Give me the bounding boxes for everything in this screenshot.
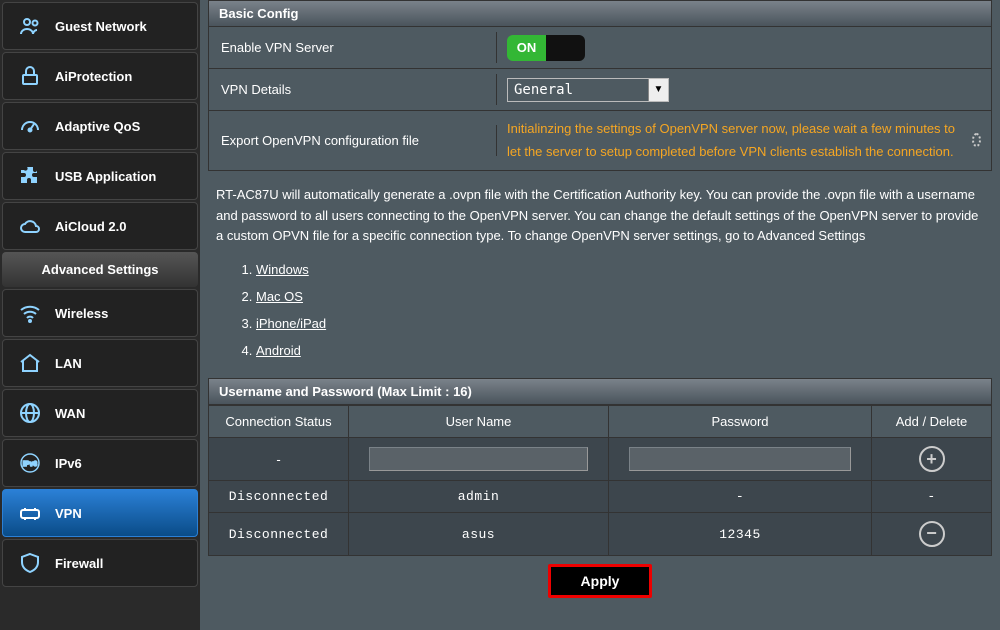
platform-link-macos[interactable]: Mac OS xyxy=(256,289,303,304)
description-block: RT-AC87U will automatically generate a .… xyxy=(208,171,992,379)
apply-button[interactable]: Apply xyxy=(548,564,653,598)
init-message: Initialinzing the settings of OpenVPN se… xyxy=(507,117,968,164)
sidebar-item-label: VPN xyxy=(55,506,82,521)
sidebar-item-vpn[interactable]: VPN xyxy=(2,489,198,537)
sidebar-item-firewall[interactable]: Firewall xyxy=(2,539,198,587)
row-user: admin xyxy=(349,481,609,513)
description-text: RT-AC87U will automatically generate a .… xyxy=(216,187,978,244)
sidebar: Guest Network AiProtection Adaptive QoS … xyxy=(0,0,200,630)
apply-wrap: Apply xyxy=(208,556,992,606)
table-row: Disconnected asus 12345 − xyxy=(209,513,992,556)
vpn-details-value[interactable] xyxy=(508,79,648,101)
export-config-label: Export OpenVPN configuration file xyxy=(209,125,497,156)
chevron-down-icon: ▼ xyxy=(648,79,668,101)
enable-vpn-toggle[interactable]: ON xyxy=(507,35,585,61)
globe-icon xyxy=(17,400,43,426)
gauge-icon xyxy=(17,113,43,139)
row-action: - xyxy=(872,481,992,513)
puzzle-icon xyxy=(17,163,43,189)
minus-icon: − xyxy=(926,524,937,542)
row-pass: - xyxy=(609,481,872,513)
sidebar-item-wan[interactable]: WAN xyxy=(2,389,198,437)
plus-icon: + xyxy=(926,450,937,468)
col-action: Add / Delete xyxy=(872,406,992,438)
sidebar-item-label: USB Application xyxy=(55,169,156,184)
table-input-row: - + xyxy=(209,438,992,481)
toggle-on-label: ON xyxy=(507,35,546,61)
cloud-icon xyxy=(17,213,43,239)
table-header-row: Connection Status User Name Password Add… xyxy=(209,406,992,438)
sidebar-item-lan[interactable]: LAN xyxy=(2,339,198,387)
vpn-details-row: VPN Details ▼ xyxy=(208,69,992,111)
svg-text:IPv6: IPv6 xyxy=(23,461,38,468)
credentials-header: Username and Password (Max Limit : 16) xyxy=(208,378,992,405)
password-input[interactable] xyxy=(629,447,850,471)
home-icon xyxy=(17,350,43,376)
enable-vpn-row: Enable VPN Server ON xyxy=(208,27,992,69)
sidebar-item-ipv6[interactable]: IPv6 IPv6 xyxy=(2,439,198,487)
col-pass: Password xyxy=(609,406,872,438)
sidebar-item-aiprotection[interactable]: AiProtection xyxy=(2,52,198,100)
enable-vpn-label: Enable VPN Server xyxy=(209,32,497,63)
loading-spinner-icon xyxy=(972,133,981,147)
col-status: Connection Status xyxy=(209,406,349,438)
sidebar-item-label: AiProtection xyxy=(55,69,132,84)
platform-link-windows[interactable]: Windows xyxy=(256,262,309,277)
platform-link-iphone[interactable]: iPhone/iPad xyxy=(256,316,326,331)
wifi-icon xyxy=(17,300,43,326)
platform-list: Windows Mac OS iPhone/iPad Android xyxy=(256,257,984,364)
username-input[interactable] xyxy=(369,447,588,471)
users-icon xyxy=(17,13,43,39)
ipv6-icon: IPv6 xyxy=(17,450,43,476)
vpn-details-label: VPN Details xyxy=(209,74,497,105)
sidebar-item-label: LAN xyxy=(55,356,82,371)
vpn-details-select[interactable]: ▼ xyxy=(507,78,669,102)
basic-config-header: Basic Config xyxy=(208,0,992,27)
toggle-off-side xyxy=(546,35,585,61)
lock-icon xyxy=(17,63,43,89)
row-pass: 12345 xyxy=(609,513,872,556)
sidebar-item-guest-network[interactable]: Guest Network xyxy=(2,2,198,50)
vpn-icon xyxy=(17,500,43,526)
input-row-status: - xyxy=(209,438,349,481)
col-user: User Name xyxy=(349,406,609,438)
platform-link-android[interactable]: Android xyxy=(256,343,301,358)
credentials-table: Connection Status User Name Password Add… xyxy=(208,405,992,556)
add-button[interactable]: + xyxy=(919,446,945,472)
row-status: Disconnected xyxy=(209,481,349,513)
sidebar-item-label: Guest Network xyxy=(55,19,147,34)
delete-button[interactable]: − xyxy=(919,521,945,547)
export-config-row: Export OpenVPN configuration file Initia… xyxy=(208,111,992,171)
table-row: Disconnected admin - - xyxy=(209,481,992,513)
sidebar-item-label: Wireless xyxy=(55,306,108,321)
row-user: asus xyxy=(349,513,609,556)
shield-icon xyxy=(17,550,43,576)
row-status: Disconnected xyxy=(209,513,349,556)
sidebar-item-adaptive-qos[interactable]: Adaptive QoS xyxy=(2,102,198,150)
sidebar-item-label: Adaptive QoS xyxy=(55,119,140,134)
sidebar-item-usb-application[interactable]: USB Application xyxy=(2,152,198,200)
sidebar-item-label: WAN xyxy=(55,406,85,421)
sidebar-item-aicloud[interactable]: AiCloud 2.0 xyxy=(2,202,198,250)
sidebar-item-label: IPv6 xyxy=(55,456,82,471)
content-area: Basic Config Enable VPN Server ON VPN De… xyxy=(200,0,1000,630)
sidebar-item-label: AiCloud 2.0 xyxy=(55,219,127,234)
advanced-settings-header: Advanced Settings xyxy=(2,252,198,287)
sidebar-item-wireless[interactable]: Wireless xyxy=(2,289,198,337)
sidebar-item-label: Firewall xyxy=(55,556,103,571)
